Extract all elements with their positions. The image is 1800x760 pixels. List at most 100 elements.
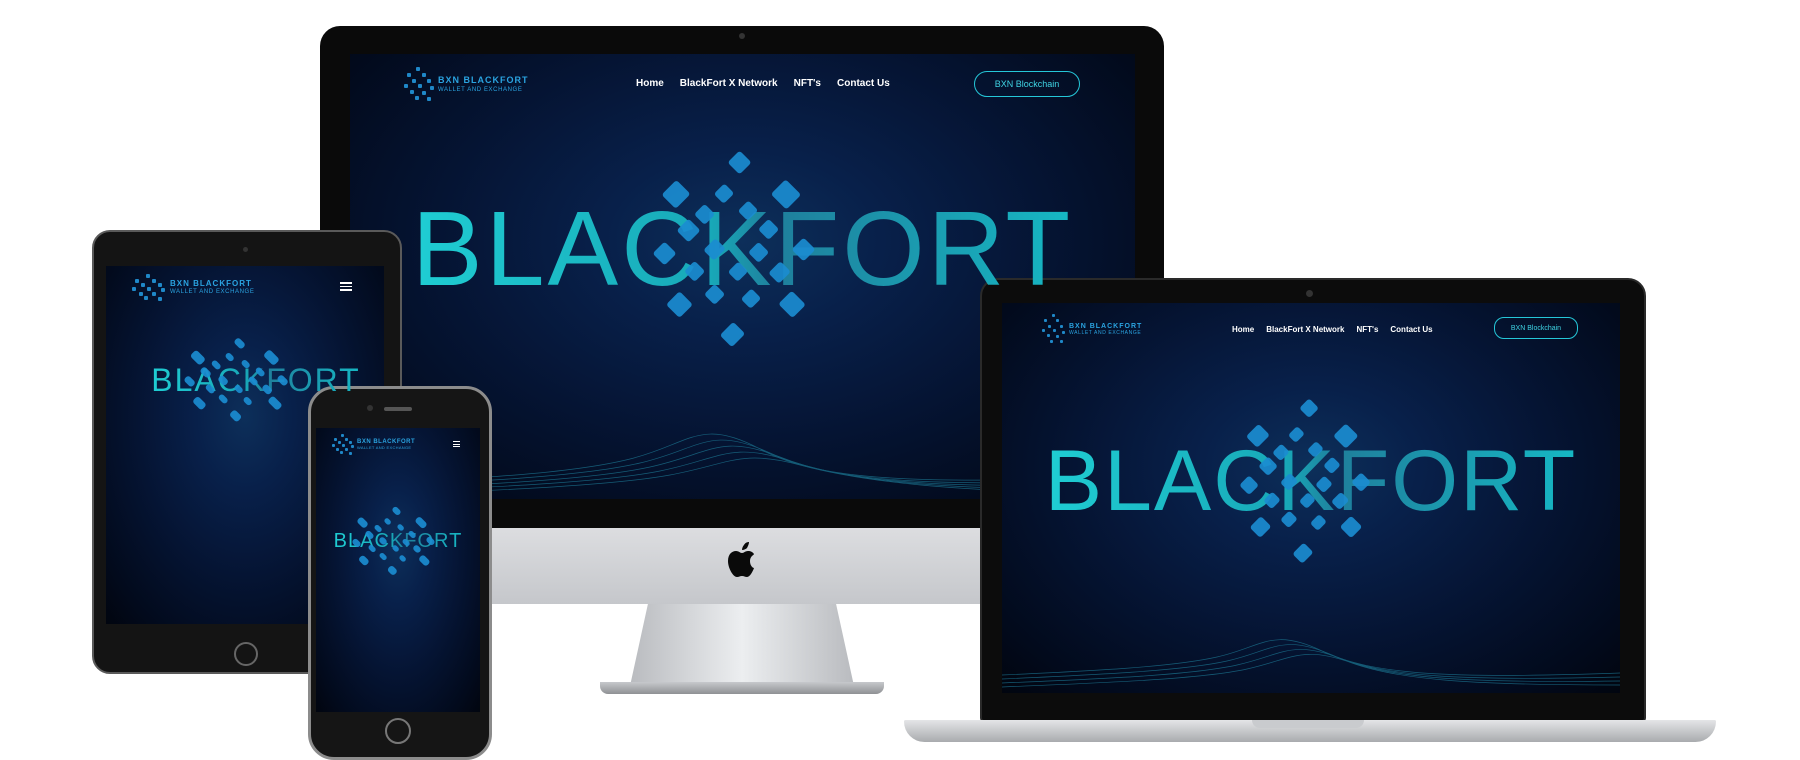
logo-mark-dot xyxy=(1056,335,1060,338)
ipad-camera xyxy=(243,247,248,252)
hero-mark-tile xyxy=(665,290,693,318)
hero-mark-tile xyxy=(1315,475,1334,494)
logo-mark-dot xyxy=(152,292,157,297)
logo[interactable]: BXN BLACKFORT WALLET AND EXCHANGE xyxy=(132,274,255,301)
macbook-camera xyxy=(1306,290,1313,297)
logo-mark-dot xyxy=(426,96,431,101)
hero-mark-tile xyxy=(1246,423,1271,448)
hero-mark-tile xyxy=(1333,422,1359,448)
logo-title: BXN BLACKFORT xyxy=(1069,322,1143,330)
nav-link-network[interactable]: BlackFort X Network xyxy=(680,78,778,89)
logo-mark-dot xyxy=(1048,324,1051,328)
logo-mark-dot xyxy=(341,444,345,447)
macbook-notch xyxy=(1252,720,1364,728)
logo-mark-dot xyxy=(1044,319,1048,323)
hero-mark-tile xyxy=(414,515,428,529)
hero-mark-tile xyxy=(1280,510,1298,529)
hero-mark-tile xyxy=(260,383,273,397)
logo-mark-dot xyxy=(147,287,152,291)
hero-mark-tile xyxy=(253,366,266,378)
hero-mark-tile xyxy=(356,515,370,529)
main-nav: Home BlackFort X Network NFT's Contact U… xyxy=(636,78,890,89)
logo-subtitle: WALLET AND EXCHANGE xyxy=(170,288,255,295)
hero-mark-tile xyxy=(267,395,283,411)
logo-mark-dot xyxy=(1046,334,1050,338)
logo-mark-dot xyxy=(348,441,352,445)
hero-mark-tile xyxy=(183,375,197,389)
imac-stand xyxy=(630,604,854,686)
hero-mark-tile xyxy=(383,517,393,527)
logo-mark-dot xyxy=(426,79,431,84)
bxn-blockchain-button[interactable]: BXN Blockchain xyxy=(974,71,1080,97)
hamburger-icon[interactable] xyxy=(453,441,460,447)
logo-mark-dot xyxy=(140,283,145,288)
nav-link-contact[interactable]: Contact Us xyxy=(837,78,890,89)
logo-mark-dot xyxy=(336,447,340,451)
logo-mark-dot xyxy=(404,84,408,88)
nav-link-nfts[interactable]: NFT's xyxy=(794,78,821,89)
logo[interactable]: BXN BLACKFORT WALLET AND EXCHANGE xyxy=(332,434,415,455)
hero-mark-tile xyxy=(407,529,417,540)
hero-mark-tile xyxy=(242,395,254,407)
hero-mark-tile xyxy=(791,237,816,262)
hero-mark-tile xyxy=(1249,516,1272,539)
hero-mark-tile xyxy=(1257,455,1278,476)
nav-link-nfts[interactable]: NFT's xyxy=(1356,325,1378,334)
logo-mark-dot xyxy=(407,73,411,78)
nav-link-home[interactable]: Home xyxy=(636,78,664,89)
nav-link-network[interactable]: BlackFort X Network xyxy=(1266,325,1344,334)
hero-mark-tile xyxy=(217,374,230,387)
logo[interactable]: BXN BLACKFORT WALLET AND EXCHANGE xyxy=(1042,314,1142,344)
ipad-home-button[interactable] xyxy=(234,642,258,666)
nav-link-home[interactable]: Home xyxy=(1232,325,1254,334)
logo-mark-dot xyxy=(429,85,434,90)
hero-mark-tile xyxy=(661,180,691,210)
hero-mark-tile xyxy=(1309,514,1327,531)
hero-mark-tile xyxy=(276,373,290,387)
hero-mark-tile xyxy=(1331,491,1350,511)
hero-mark-tile xyxy=(233,337,247,351)
hero-mark-tile xyxy=(683,261,706,283)
logo-mark-dot xyxy=(350,445,354,448)
logo-mark-icon xyxy=(132,274,166,301)
hero-mark-tile xyxy=(224,351,236,363)
hero-mark-tile xyxy=(727,261,748,282)
hero: BLACKFORT xyxy=(316,505,480,577)
hero-mark-tile xyxy=(741,288,762,309)
hero-mark-tile xyxy=(767,261,791,285)
hero-mark-tile xyxy=(713,183,735,205)
hero-mark-tile xyxy=(189,349,206,366)
hero-mark-tile xyxy=(363,529,375,540)
logo-mark-dot xyxy=(145,274,150,278)
apple-logo-icon xyxy=(728,542,754,577)
bxn-blockchain-button[interactable]: BXN Blockchain xyxy=(1494,317,1578,339)
hero-mark-tile xyxy=(425,536,436,547)
logo-subtitle: WALLET AND EXCHANGE xyxy=(438,86,523,93)
hero-mark-tile xyxy=(240,358,252,370)
hero-mark-tile xyxy=(351,537,362,548)
hero-mark-tile xyxy=(676,218,701,243)
hamburger-icon[interactable] xyxy=(340,282,352,291)
hero-mark-tile xyxy=(737,200,758,222)
logo[interactable]: BXN BLACKFORT WALLET AND EXCHANGE xyxy=(404,67,529,101)
logo-mark-icon xyxy=(1042,314,1066,344)
iphone-home-button[interactable] xyxy=(385,718,411,744)
hero-mark-tile xyxy=(386,565,399,577)
logo-mark-dot xyxy=(410,90,414,95)
hero-mark-tile xyxy=(396,523,405,533)
logo-mark-dot xyxy=(143,296,148,301)
imac-foot xyxy=(600,682,884,694)
nav-link-contact[interactable]: Contact Us xyxy=(1390,325,1432,334)
hero-mark-tile xyxy=(217,393,230,406)
logo-mark-dot xyxy=(332,444,335,447)
logo-mark-icon xyxy=(404,67,434,101)
hero-mark-tile xyxy=(203,383,216,396)
hero-mark-tile xyxy=(1339,515,1363,539)
logo-mark-dot xyxy=(345,448,349,451)
logo-mark-dot xyxy=(1056,319,1060,323)
hero-mark-tile xyxy=(1298,398,1319,419)
hero-mark-icon xyxy=(652,150,826,348)
logo-mark-dot xyxy=(132,287,136,291)
hero-mark-tile xyxy=(1350,471,1371,492)
macbook-screen: BXN BLACKFORT WALLET AND EXCHANGE Home B… xyxy=(1002,303,1620,693)
